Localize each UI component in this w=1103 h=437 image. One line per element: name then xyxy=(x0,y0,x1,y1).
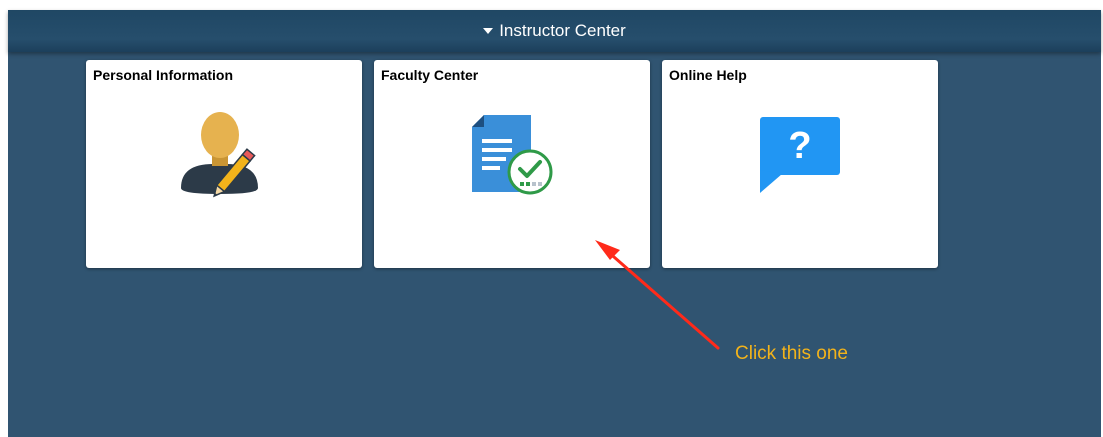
tile-faculty-center[interactable]: Faculty Center xyxy=(374,60,650,268)
tile-personal-information[interactable]: Personal Information xyxy=(86,60,362,268)
annotation-text: Click this one xyxy=(735,343,848,364)
caret-down-icon xyxy=(483,28,494,34)
instructor-center-page: Instructor Center Personal Information F… xyxy=(8,10,1101,437)
tile-online-help[interactable]: Online Help ? xyxy=(662,60,938,268)
instructor-center-header[interactable]: Instructor Center xyxy=(8,10,1101,52)
help-bubble-icon: ? xyxy=(760,117,840,193)
svg-text:?: ? xyxy=(788,125,811,167)
document-check-icon xyxy=(472,115,553,195)
user-edit-icon xyxy=(181,112,258,198)
header-title: Instructor Center xyxy=(499,21,626,40)
